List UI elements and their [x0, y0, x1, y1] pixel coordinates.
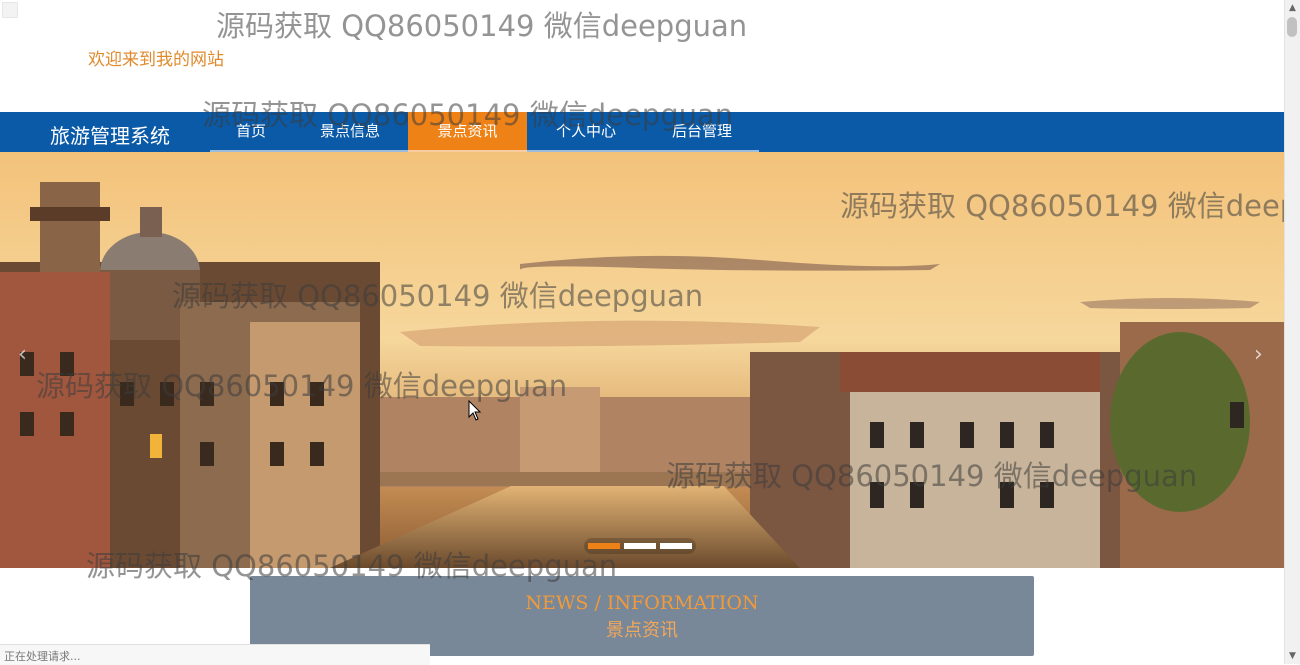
main-navbar: 旅游管理系统 首页 景点信息 景点资讯 个人中心 后台管理 — [0, 112, 1284, 152]
banner-carousel[interactable]: ‹ › — [0, 152, 1284, 568]
banner-dot-1[interactable] — [588, 543, 620, 549]
welcome-text: 欢迎来到我的网站 — [88, 50, 224, 70]
banner-dot-3[interactable] — [660, 543, 692, 549]
nav-item-admin[interactable]: 后台管理 — [645, 112, 759, 152]
nav-menu: 首页 景点信息 景点资讯 个人中心 后台管理 — [210, 112, 759, 152]
status-text: 正在处理请求... — [4, 650, 81, 663]
banner-dot-2[interactable] — [624, 543, 656, 549]
nav-item-home[interactable]: 首页 — [210, 112, 292, 152]
scrollbar-thumb[interactable] — [1287, 17, 1297, 37]
site-brand: 旅游管理系统 — [50, 124, 170, 148]
mouse-cursor-icon — [468, 400, 482, 421]
watermark: 源码获取 QQ86050149 微信deepguan — [216, 9, 748, 43]
nav-item-attractions[interactable]: 景点信息 — [292, 112, 408, 152]
nav-item-attraction-news[interactable]: 景点资讯 — [408, 112, 527, 152]
top-corner-image — [2, 2, 18, 18]
banner-indicators — [584, 538, 696, 554]
banner-slide-image — [0, 152, 1284, 568]
page: 欢迎来到我的网站 旅游管理系统 首页 景点信息 景点资讯 个人中心 后台管理 ‹… — [0, 0, 1284, 664]
scroll-down-icon[interactable]: ▼ — [1285, 648, 1300, 664]
banner-prev-arrow[interactable]: ‹ — [18, 342, 27, 367]
news-title-zh: 景点资讯 — [606, 620, 678, 641]
news-title-en: NEWS / INFORMATION — [525, 592, 759, 614]
banner-next-arrow[interactable]: › — [1254, 342, 1263, 367]
nav-item-user-center[interactable]: 个人中心 — [527, 112, 645, 152]
vertical-scrollbar[interactable]: ▲ ▼ — [1284, 0, 1300, 664]
browser-status-bar: 正在处理请求... — [0, 644, 430, 665]
scroll-up-icon[interactable]: ▲ — [1285, 0, 1300, 16]
